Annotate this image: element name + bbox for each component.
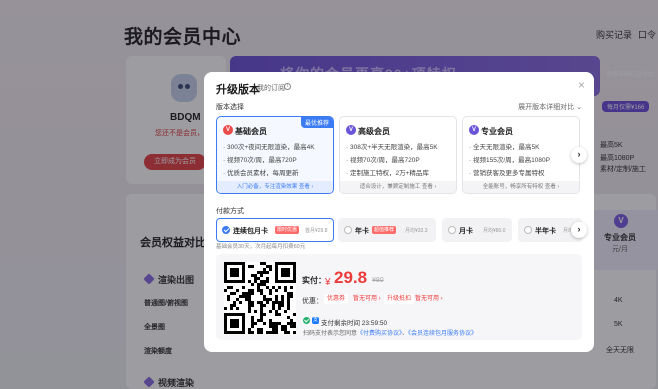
- coupon-chip[interactable]: 优惠券: [324, 294, 349, 304]
- pay-option-price: 月均¥33.3: [405, 228, 428, 234]
- plan-section-label: 版本选择: [216, 104, 244, 111]
- pay-section-label: 付款方式: [216, 208, 244, 215]
- pay-hint: 基础会员30天，次月起每月扣费60元: [216, 244, 306, 250]
- plan-feature-text: 全天无限渲染，最高5K: [472, 144, 540, 151]
- promo-label: 优惠：: [302, 298, 323, 305]
- pay-option-tag: 限时优惠: [275, 226, 300, 234]
- plan-footer-text: 适合设计，兼顾定制施工 查看: [359, 184, 433, 190]
- subscription-agreement-link[interactable]: 《会员连续包月服务协议》: [408, 331, 477, 337]
- plan-feature: · 视频70次/周，最高720P: [223, 157, 297, 164]
- agreement-prefix: 扫码支付表示您同意: [303, 331, 358, 337]
- pay-option-monthly[interactable]: 月卡 月均¥80.0: [442, 218, 512, 242]
- plan-feature-text: 300次+夜间无限渲染，最高4K: [226, 144, 315, 151]
- radio-icon: [524, 226, 532, 234]
- pay-option-yearly[interactable]: 年卡 超值推荐 月均¥33.3: [338, 218, 436, 242]
- alipay-icon: 支: [312, 317, 319, 324]
- plan-card-pro[interactable]: V 专业会员 · 全天无限渲染，最高5K · 视频155次/周，最高1080P …: [462, 116, 580, 194]
- close-button[interactable]: ×: [578, 78, 585, 92]
- pay-option-name: 年卡: [355, 228, 369, 235]
- plan-feature-text: 定制施工特权，2万+精品库: [349, 170, 429, 177]
- pay-option-monthly-auto[interactable]: 连续包月卡 限时优惠 首月¥29.8: [216, 218, 334, 242]
- upgrade-deduct-chip[interactable]: 升级抵扣: [384, 294, 415, 304]
- payment-qr-code: [224, 262, 296, 334]
- plan-feature-text: 视频70次/周，最高720P: [226, 157, 297, 164]
- pay-option-name: 连续包月卡: [233, 228, 268, 235]
- plan-feature: · 全天无限渲染，最高5K: [469, 144, 540, 151]
- radio-icon: [344, 226, 352, 234]
- plan-footer[interactable]: 适合设计，兼顾定制施工 查看 ›: [340, 181, 456, 193]
- pay-option-name: 半年卡: [535, 228, 556, 235]
- pay-option-tag: 超值推荐: [372, 226, 397, 234]
- qr-code-icon: [224, 262, 296, 334]
- plan-name: 高级会员: [358, 127, 390, 136]
- plan-card-advanced[interactable]: V 高级会员 · 308次+半天无限渲染，最高5K · 视频70次/周，最高72…: [339, 116, 457, 194]
- expand-compare-link[interactable]: 展开版本详细对比 ⌄: [518, 102, 582, 112]
- pay-option-price: 首月¥29.8: [305, 228, 328, 234]
- next-pay-arrow[interactable]: ›: [571, 222, 587, 238]
- upgrade-deduct-status[interactable]: 暂无可用 ›: [412, 294, 446, 304]
- plan-feature: · 营销获客及更多专属特权: [469, 170, 545, 177]
- pay-option-price: 月均¥80.0: [483, 228, 506, 234]
- plan-footer[interactable]: 全能账号，畅享所有特权 查看 ›: [463, 181, 579, 193]
- coupon-status[interactable]: 暂无可用 ›: [350, 294, 384, 304]
- plan-feature-text: 营销获客及更多专属特权: [472, 170, 545, 177]
- pay-option-name: 月卡: [459, 228, 473, 235]
- plan-feature: · 视频155次/周，最高1080P: [469, 157, 550, 164]
- plan-name: 专业会员: [481, 127, 513, 136]
- coupon-label: 优惠券: [327, 296, 346, 302]
- plan-badge: 最优推荐: [300, 117, 333, 128]
- plan-footer[interactable]: 入门必备，专注渲染效果 查看 ›: [217, 181, 333, 193]
- plan-feature-text: 308次+半天无限渲染，最高5K: [349, 144, 438, 151]
- plan-feature: · 视频70次/周，最高720P: [346, 157, 420, 164]
- radio-icon: [448, 226, 456, 234]
- plan-card-basic[interactable]: 最优推荐 V 基础会员 · 300次+夜间无限渲染，最高4K · 视频70次/周…: [216, 116, 334, 194]
- original-price: ¥80: [372, 277, 384, 284]
- plan-feature-text: 优质会员素材，每周更新: [226, 170, 299, 177]
- upgrade-modal: 升级版本 我的订阅 i × 版本选择 展开版本详细对比 ⌄ 最优推荐 V 基础会…: [204, 72, 594, 352]
- chevron-down-icon: ⌄: [576, 104, 582, 111]
- actual-price: 29.8: [334, 268, 368, 287]
- plan-feature: · 优质会员素材，每周更新: [223, 170, 299, 177]
- my-orders-link[interactable]: 我的订阅: [257, 83, 285, 93]
- plan-footer-text: 入门必备，专注渲染效果 查看: [236, 184, 310, 190]
- modal-title: 升级版本: [216, 84, 260, 96]
- plan-feature-text: 视频155次/周，最高1080P: [472, 157, 550, 164]
- plan-feature: · 定制施工特权，2万+精品库: [346, 170, 429, 177]
- info-icon[interactable]: i: [284, 83, 291, 90]
- purchase-agreement-link[interactable]: 《付费购买协议》: [357, 331, 402, 337]
- actual-pay-label: 实付：: [302, 276, 326, 285]
- next-plans-arrow[interactable]: ›: [571, 147, 587, 163]
- plan-footer-text: 全能账号，畅享所有特权 查看: [482, 184, 556, 190]
- plan-feature: · 308次+半天无限渲染，最高5K: [346, 144, 438, 151]
- wechat-pay-icon: [303, 317, 310, 324]
- currency-symbol: ¥: [325, 277, 331, 288]
- upgrade-deduct-label: 升级抵扣: [387, 296, 412, 302]
- plan-name: 基础会员: [235, 127, 267, 136]
- expand-compare-label: 展开版本详细对比: [518, 104, 575, 111]
- plan-feature: · 300次+夜间无限渲染，最高4K: [223, 144, 315, 151]
- agreement-text: 扫码支付表示您同意《付费购买协议》、《会员连续包月服务协议》: [303, 331, 478, 337]
- plan-feature-text: 视频70次/周，最高720P: [349, 157, 420, 164]
- radio-checked-icon: [222, 226, 230, 234]
- pay-timer: 支付剩余时间 23:59:50: [321, 320, 388, 327]
